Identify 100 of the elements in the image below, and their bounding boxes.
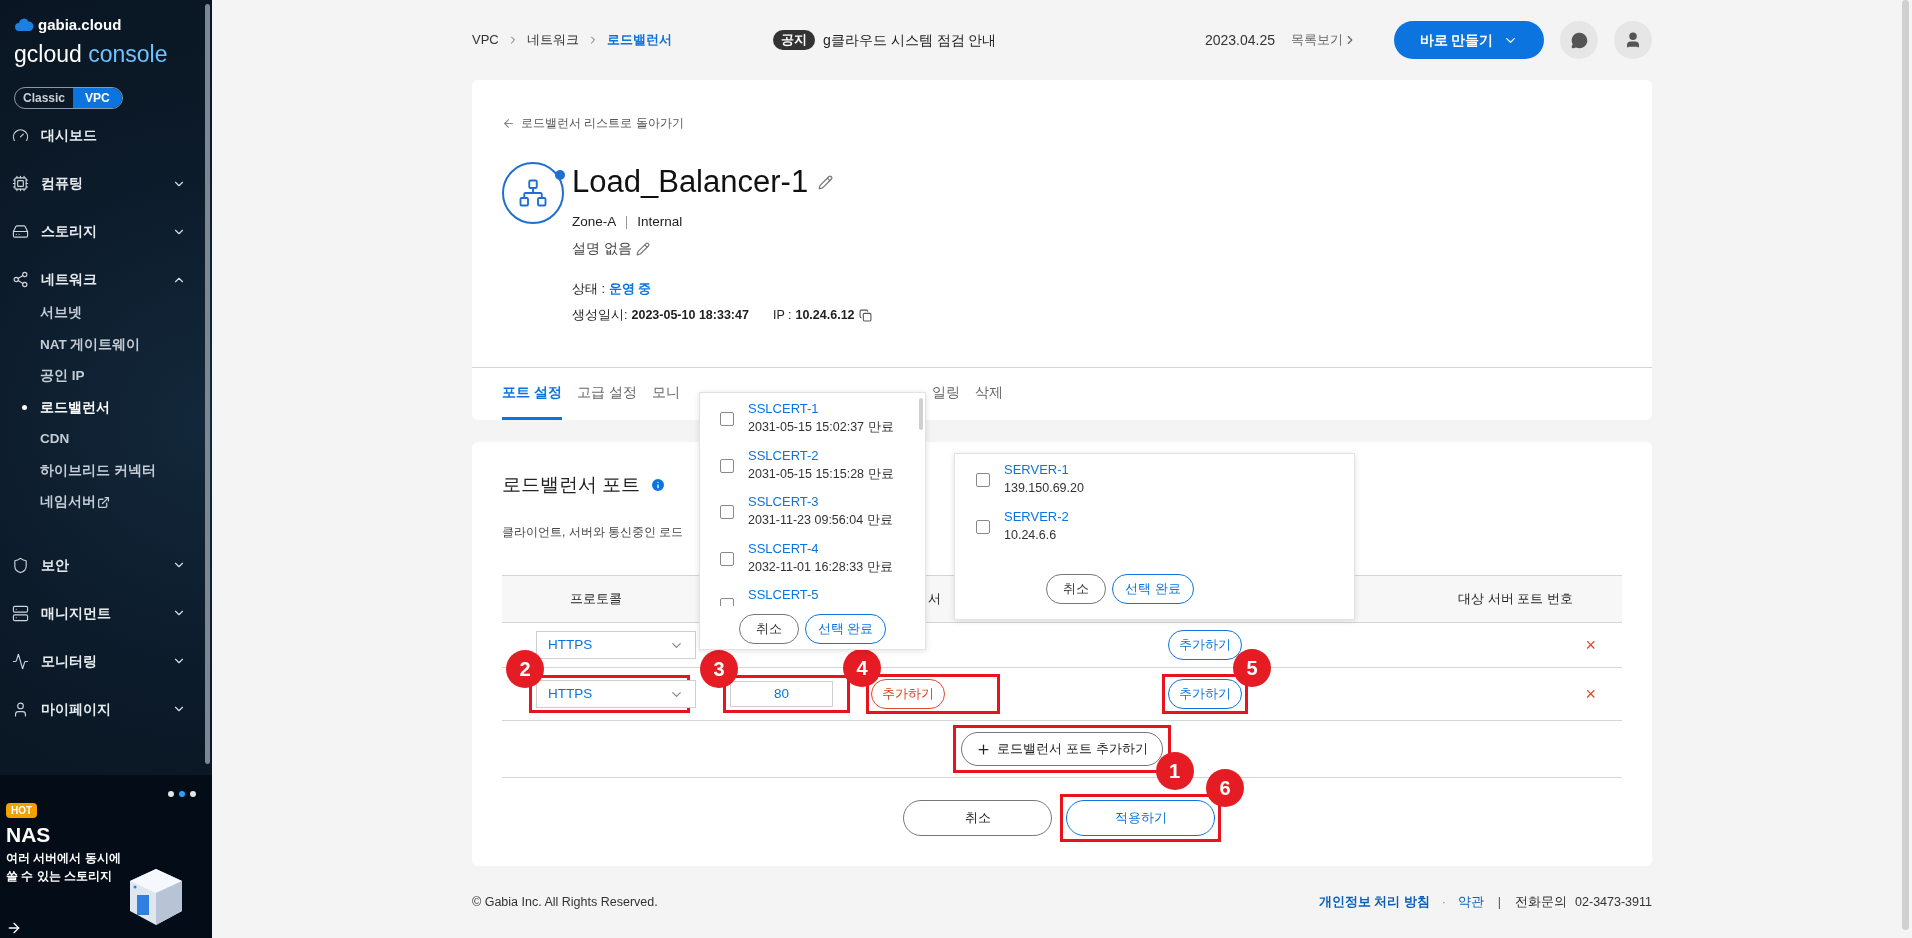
column-header: 대상 서버 포트 번호 [1458,590,1573,609]
checkbox[interactable] [976,519,990,534]
item-name[interactable]: SERVER-1 [1004,460,1084,479]
nav-subitem[interactable]: CDN [0,423,212,455]
item-name[interactable]: SSLCERT-1 [748,399,894,418]
description-text: 설명 없음 [572,240,632,259]
nav-subitem[interactable]: NAT 게이트웨이 [0,329,212,361]
item-name[interactable]: SSLCERT-3 [748,492,893,511]
step-number-badge: 2 [506,650,544,688]
profile-button[interactable] [1614,21,1652,59]
notice-text[interactable]: g클라우드 시스템 점검 안내 [823,29,997,51]
created-value: 2023-05-10 18:33:47 [631,307,749,325]
terms-link[interactable]: 약관 [1457,892,1484,912]
checkbox[interactable] [976,473,990,487]
type-label: Internal [637,213,683,231]
tab[interactable]: 고급 설정 [576,368,637,420]
privacy-link[interactable]: 개인정보 처리 방침 [1318,892,1430,912]
phone-number: 02-3473-3911 [1575,893,1652,911]
section-description: 클라이언트, 서버와 통신중인 로드 [502,524,684,541]
nav-subitem[interactable]: 네임서버 [0,486,212,518]
arrow-right-icon [6,920,22,936]
nav-item[interactable]: 대시보드 [0,111,212,160]
dot-separator: · [1441,893,1446,911]
delete-button[interactable]: × [1585,636,1596,654]
tab[interactable]: 삭제 [974,368,1003,420]
item-detail: 2031-11-23 09:56:04 만료 [748,512,893,529]
step-number-badge: 6 [1206,769,1244,807]
item-name[interactable]: SSLCERT-4 [748,538,893,558]
mode-toggle[interactable]: Classic [15,87,74,108]
status-label: 상태 : [572,280,605,298]
resource-title: Load_Balancer-1 [572,163,809,201]
checkbox[interactable] [720,505,734,519]
server-icon [12,604,29,622]
copy-icon[interactable] [858,309,872,323]
step-number-badge: 4 [843,649,881,687]
chip-icon [12,175,29,192]
step-number-badge: 5 [1233,649,1271,687]
nav-item[interactable]: 스토리지 [0,207,212,256]
port-input[interactable]: 80 [730,681,833,707]
drive-icon [12,223,29,240]
breadcrumb-item[interactable]: 네트워크 [526,30,579,50]
info-icon[interactable] [650,477,667,493]
back-link[interactable]: 로드밸런서 리스트로 돌아가기 [521,114,684,132]
delete-button[interactable]: × [1585,685,1596,703]
item-name[interactable]: SSLCERT-5 [748,585,819,604]
column-header: 서 [927,590,942,609]
breadcrumb-item[interactable]: VPC [472,30,499,50]
nav-item[interactable]: 마이페이지 [0,685,212,733]
chat-button[interactable] [1560,21,1598,59]
scrollbar[interactable] [205,4,210,764]
separator: | [1497,893,1502,911]
network-icon [12,271,29,288]
item-detail: 2031-05-15 15:02:37 만료 [748,419,894,436]
item-name[interactable]: SERVER-2 [1004,506,1069,526]
console-title: gcloud console [14,39,169,69]
zone-label: Zone-A [572,213,617,231]
step-number-badge: 1 [1155,752,1194,790]
nav-item[interactable]: 모니터링 [0,637,212,685]
user-icon [12,700,29,718]
nav-item[interactable]: 보안 [0,541,212,589]
hot-badge: HOT [6,803,38,818]
nav-item[interactable]: 컴퓨팅 [0,159,212,208]
scrollbar[interactable] [1902,0,1909,930]
edit-icon[interactable] [818,174,834,190]
ip-label: IP : [772,307,792,325]
shield-icon [12,556,29,574]
cloud-logo-icon [14,18,34,33]
item-detail: 2031-05-15 15:15:28 만료 [748,465,894,483]
add-port-button[interactable]: 로드밸런서 포트 추가하기 [961,732,1163,766]
user-icon [1624,31,1642,49]
item-detail: 10.24.6.6 [1004,526,1058,544]
edit-icon[interactable] [635,242,650,257]
item-name[interactable]: SSLCERT-2 [748,445,894,465]
ip-value: 10.24.6.12 [795,307,855,325]
tab[interactable]: 모니 [651,368,680,420]
plus-icon [976,741,992,757]
nav-subitem[interactable]: 로드밸런서 [0,392,212,424]
checkbox[interactable] [720,551,734,566]
tab[interactable]: 일링 [931,368,960,420]
popup-scrollbar[interactable] [919,398,923,430]
storage-box-icon [128,867,184,927]
status-value: 운영 중 [608,280,652,298]
checkbox[interactable] [720,458,734,473]
nav-item[interactable]: 매니지먼트 [0,589,212,637]
protocol-select[interactable]: HTTPS [536,680,696,708]
create-button[interactable]: 바로 만들기 [1394,21,1544,59]
pulse-icon [12,652,29,670]
tab[interactable]: 포트 설정 [502,368,562,420]
nav-subitem[interactable]: 공인 IP [0,360,212,392]
banner-title: NAS [6,822,52,848]
checkbox[interactable] [720,412,734,426]
promo-banner[interactable]: HOT NAS 여러 서버에서 동시에 쓸 수 있는 스토리지 [0,775,212,938]
mode-toggle[interactable]: VPC [73,87,122,108]
protocol-select[interactable]: HTTPS [536,631,696,659]
step-number-badge: 3 [700,650,738,688]
copyright-text: © Gabia Inc. All Rights Reserved. [472,893,658,911]
banner-text: 여러 서버에서 동시에 [6,850,121,867]
created-label: 생성일시: [572,307,628,325]
nav-subitem[interactable]: 하이브리드 커넥터 [0,455,212,487]
list-link[interactable]: 목록보기 [1291,30,1357,50]
